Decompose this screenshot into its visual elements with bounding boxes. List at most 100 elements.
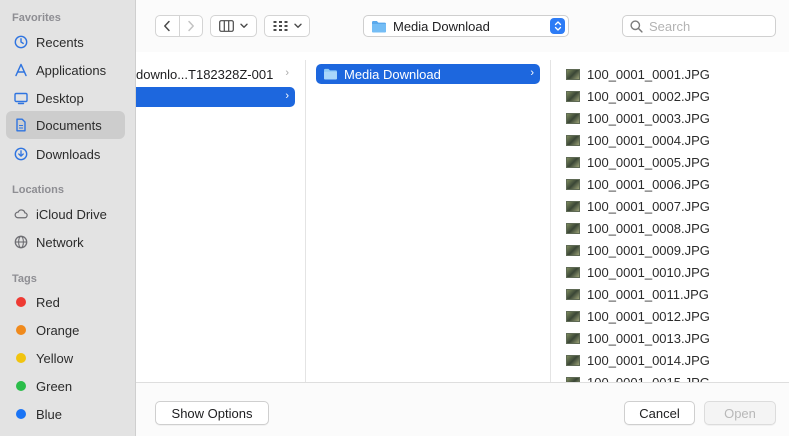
file-row[interactable]: 100_0001_0011.JPG (566, 283, 709, 305)
navigation-buttons (155, 15, 203, 37)
file-row[interactable]: 100_0001_0004.JPG (566, 129, 710, 151)
file-name: 100_0001_0010.JPG (587, 264, 710, 280)
file-name: 100_0001_0001.JPG (587, 66, 710, 82)
file-row[interactable]: 100_0001_0010.JPG (566, 261, 710, 283)
sidebar-item-applications[interactable]: Applications (6, 56, 125, 84)
clock-icon (14, 35, 28, 49)
image-thumbnail-icon (566, 200, 580, 212)
network-icon (14, 235, 28, 249)
file-row[interactable]: 100_0001_0015.JPG (566, 371, 710, 382)
search-input[interactable] (649, 18, 769, 34)
sidebar-item-label: Documents (36, 117, 102, 133)
image-thumbnail-icon (566, 178, 580, 190)
file-name: 100_0001_0002.JPG (587, 88, 710, 104)
toolbar: Media Download (136, 0, 789, 52)
folder-icon (324, 68, 337, 80)
file-row[interactable]: 100_0001_0006.JPG (566, 173, 710, 195)
file-row[interactable]: 100_0001_0009.JPG (566, 239, 710, 261)
chevron-right-icon: › (285, 67, 289, 79)
orange-tag-dot-icon (16, 325, 26, 335)
bottom-bar: Show Options Cancel Open (136, 382, 789, 436)
green-tag-dot-icon (16, 381, 26, 391)
file-row[interactable]: 100_0001_0008.JPG (566, 217, 710, 239)
folder-row-media-download[interactable]: Media Download › (316, 64, 540, 84)
file-name: 100_0001_0007.JPG (587, 198, 710, 214)
cancel-button[interactable]: Cancel (624, 401, 695, 425)
desktop-icon (14, 91, 28, 105)
sidebar-item-downloads[interactable]: Downloads (6, 140, 125, 168)
sidebar-item-tag-red[interactable]: Red (6, 288, 125, 316)
folder-name: downlo...T182328Z-001 (136, 66, 274, 82)
sidebar-item-icloud-drive[interactable]: iCloud Drive (6, 200, 125, 228)
chevron-down-icon (240, 23, 248, 28)
tags-heading: Tags (12, 273, 37, 285)
file-name: 100_0001_0009.JPG (587, 242, 710, 258)
column-divider (550, 60, 551, 382)
group-view-button[interactable] (264, 15, 310, 37)
image-thumbnail-icon (566, 266, 580, 278)
image-thumbnail-icon (566, 90, 580, 102)
file-name: 100_0001_0003.JPG (587, 110, 710, 126)
image-thumbnail-icon (566, 310, 580, 322)
sidebar-item-tag-yellow[interactable]: Yellow (6, 344, 125, 372)
column-browser: downlo...T182328Z-001 › › Media Download… (136, 60, 789, 382)
file-row[interactable]: 100_0001_0007.JPG (566, 195, 710, 217)
image-thumbnail-icon (566, 332, 580, 344)
file-row[interactable]: 100_0001_0013.JPG (566, 327, 710, 349)
sidebar-item-label: Blue (36, 406, 63, 422)
sidebar-item-network[interactable]: Network (6, 228, 125, 256)
sidebar-item-label: Green (36, 378, 73, 394)
image-thumbnail-icon (566, 112, 580, 124)
image-thumbnail-icon (566, 156, 580, 168)
open-button[interactable]: Open (704, 401, 776, 425)
image-thumbnail-icon (566, 134, 580, 146)
sidebar-item-label: Orange (36, 322, 80, 338)
sidebar-item-label: Desktop (36, 90, 84, 106)
red-tag-dot-icon (16, 297, 26, 307)
download-icon (14, 147, 28, 161)
sidebar-item-tag-blue[interactable]: Blue (6, 400, 125, 428)
file-name: 100_0001_0005.JPG (587, 154, 710, 170)
sidebar-item-label: Applications (36, 62, 107, 78)
sidebar-item-documents[interactable]: Documents (6, 111, 125, 139)
file-row[interactable]: 100_0001_0014.JPG (566, 349, 710, 371)
chevron-right-icon (188, 20, 194, 32)
sidebar-item-desktop[interactable]: Desktop (6, 84, 125, 112)
back-button[interactable] (156, 16, 179, 36)
forward-button[interactable] (178, 16, 202, 36)
sidebar-item-recents[interactable]: Recents (6, 28, 125, 56)
folder-row-downloads-archive[interactable]: downlo...T182328Z-001 › (136, 64, 295, 84)
file-name: 100_0001_0006.JPG (587, 176, 710, 192)
location-popup[interactable]: Media Download (363, 15, 569, 37)
sidebar-item-label: iCloud Drive (36, 206, 107, 222)
cloud-icon (14, 207, 28, 221)
folder-row-selected[interactable]: › (136, 87, 295, 107)
file-name: 100_0001_0013.JPG (587, 330, 710, 346)
search-field[interactable] (622, 15, 776, 37)
sidebar-item-tag-green[interactable]: Green (6, 372, 125, 400)
show-options-button[interactable]: Show Options (155, 401, 269, 425)
file-row[interactable]: 100_0001_0003.JPG (566, 107, 710, 129)
column-2: Media Download › (306, 60, 550, 382)
file-row[interactable]: 100_0001_0005.JPG (566, 151, 710, 173)
sidebar-item-label: Downloads (36, 146, 101, 162)
search-icon (630, 19, 643, 33)
sidebar: Favorites Recents Applications Desktop D… (0, 0, 136, 436)
image-thumbnail-icon (566, 288, 580, 300)
up-down-chevron-icon (550, 18, 565, 34)
file-row[interactable]: 100_0001_0001.JPG (566, 63, 710, 85)
locations-heading: Locations (12, 184, 64, 196)
image-thumbnail-icon (566, 244, 580, 256)
file-row[interactable]: 100_0001_0012.JPG (566, 305, 710, 327)
file-row[interactable]: 100_0001_0002.JPG (566, 85, 710, 107)
chevron-down-icon (293, 23, 302, 28)
grid-icon (273, 21, 287, 31)
location-label: Media Download (393, 18, 490, 34)
chevron-right-icon: › (285, 90, 289, 102)
sidebar-item-tag-orange[interactable]: Orange (6, 316, 125, 344)
applications-icon (14, 63, 28, 77)
column-view-button[interactable] (210, 15, 257, 37)
column-1: downlo...T182328Z-001 › › (136, 60, 305, 382)
image-thumbnail-icon (566, 68, 580, 80)
document-icon (14, 118, 28, 132)
